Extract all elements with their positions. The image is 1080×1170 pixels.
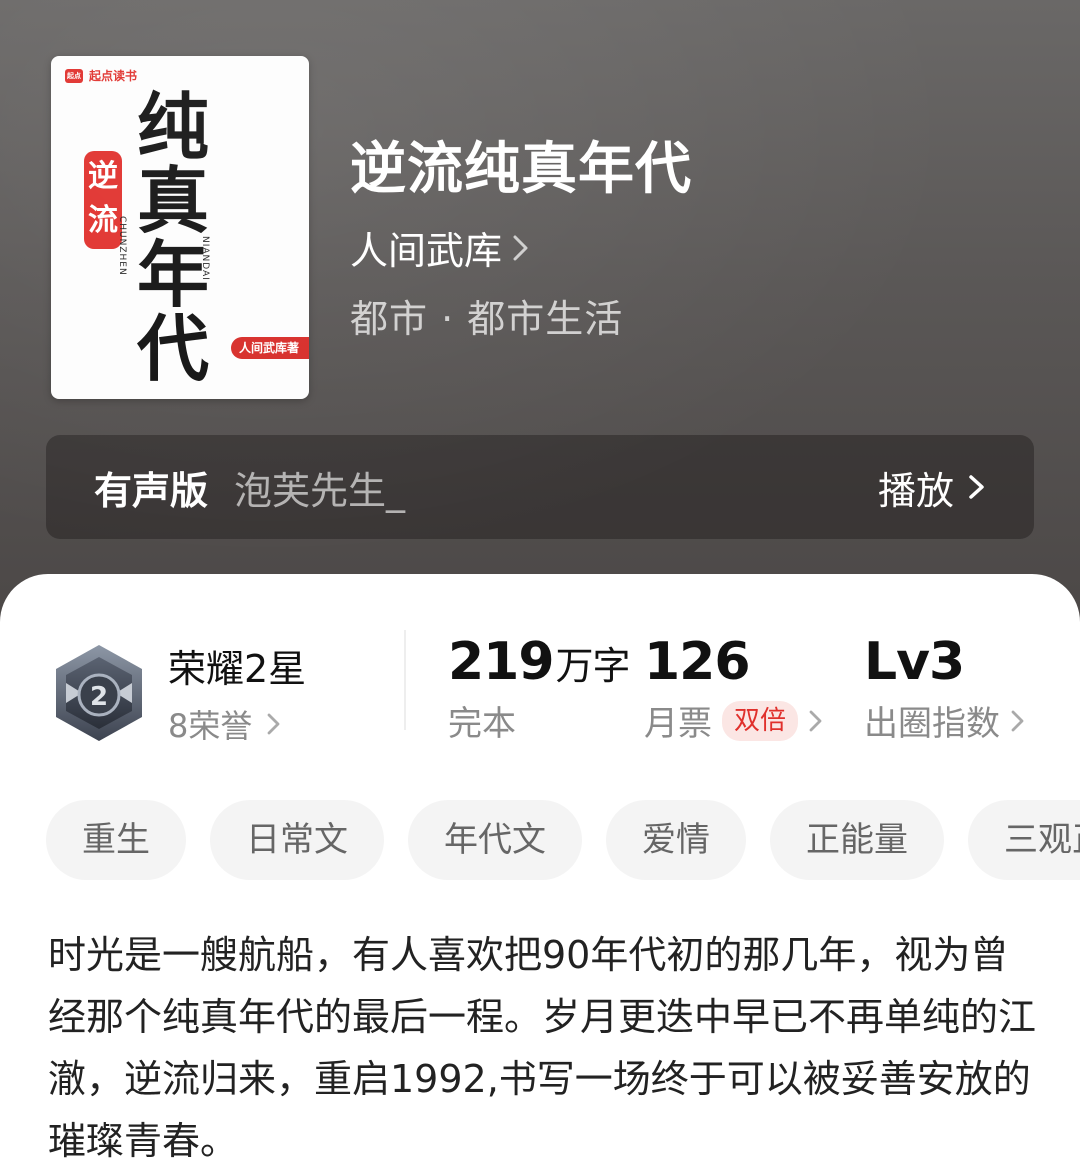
tag-chip[interactable]: 日常文 (210, 800, 384, 880)
cover-main-title: 纯真年代 (136, 84, 209, 391)
book-description[interactable]: 时光是一艘航船，有人喜欢把90年代初的那几年，视为曾经那个纯真年代的最后一程。岁… (48, 924, 1038, 1170)
book-genre[interactable]: 都市 · 都市生活 (350, 288, 623, 343)
cover-brand-text: 起点读书 (89, 69, 138, 83)
tag-chip[interactable]: 三观正 (968, 800, 1080, 880)
book-header: 起点 起点读书 逆流 纯真年代 CHUNZHEN NIANDAI 人间武库著 逆… (0, 0, 1080, 640)
tag-chip[interactable]: 重生 (46, 800, 186, 880)
chevron-right-icon (513, 235, 528, 260)
book-title: 逆流纯真年代 (350, 136, 692, 202)
tag-chip[interactable]: 年代文 (408, 800, 582, 880)
cover-pinyin-right: NIANDAI (200, 236, 210, 281)
author-name: 人间武库 (350, 229, 503, 273)
cover-red-title: 逆流 (84, 151, 122, 249)
cover-author-tag: 人间武库著 (231, 337, 309, 359)
tags-scroll[interactable]: 重生 日常文 年代文 爱情 正能量 三观正 (0, 574, 1080, 904)
play-label: 播放 (877, 468, 954, 513)
tag-chip[interactable]: 正能量 (770, 800, 944, 880)
book-info-card: 2 荣耀2星 8荣誉 219万字 完本 126 月票 双倍 Lv3 出圈指数 重… (0, 574, 1080, 1170)
audio-version-bar[interactable]: 有声版 泡芙先生_ 播放 (46, 435, 1034, 539)
qidian-logo-icon: 起点 (65, 68, 83, 83)
play-button[interactable]: 播放 (878, 460, 986, 515)
author-link[interactable]: 人间武库 (350, 220, 530, 275)
audio-label: 有声版 (94, 468, 209, 513)
tag-list: 重生 日常文 年代文 爱情 正能量 三观正 (46, 800, 1080, 880)
tag-chip[interactable]: 爱情 (606, 800, 746, 880)
cover-pinyin-left: CHUNZHEN (117, 216, 127, 276)
book-cover[interactable]: 起点 起点读书 逆流 纯真年代 CHUNZHEN NIANDAI 人间武库著 (51, 56, 309, 399)
chevron-right-icon (969, 475, 984, 499)
audio-narrator: 泡芙先生_ (234, 468, 406, 513)
cover-brand: 起点 起点读书 (65, 67, 137, 84)
